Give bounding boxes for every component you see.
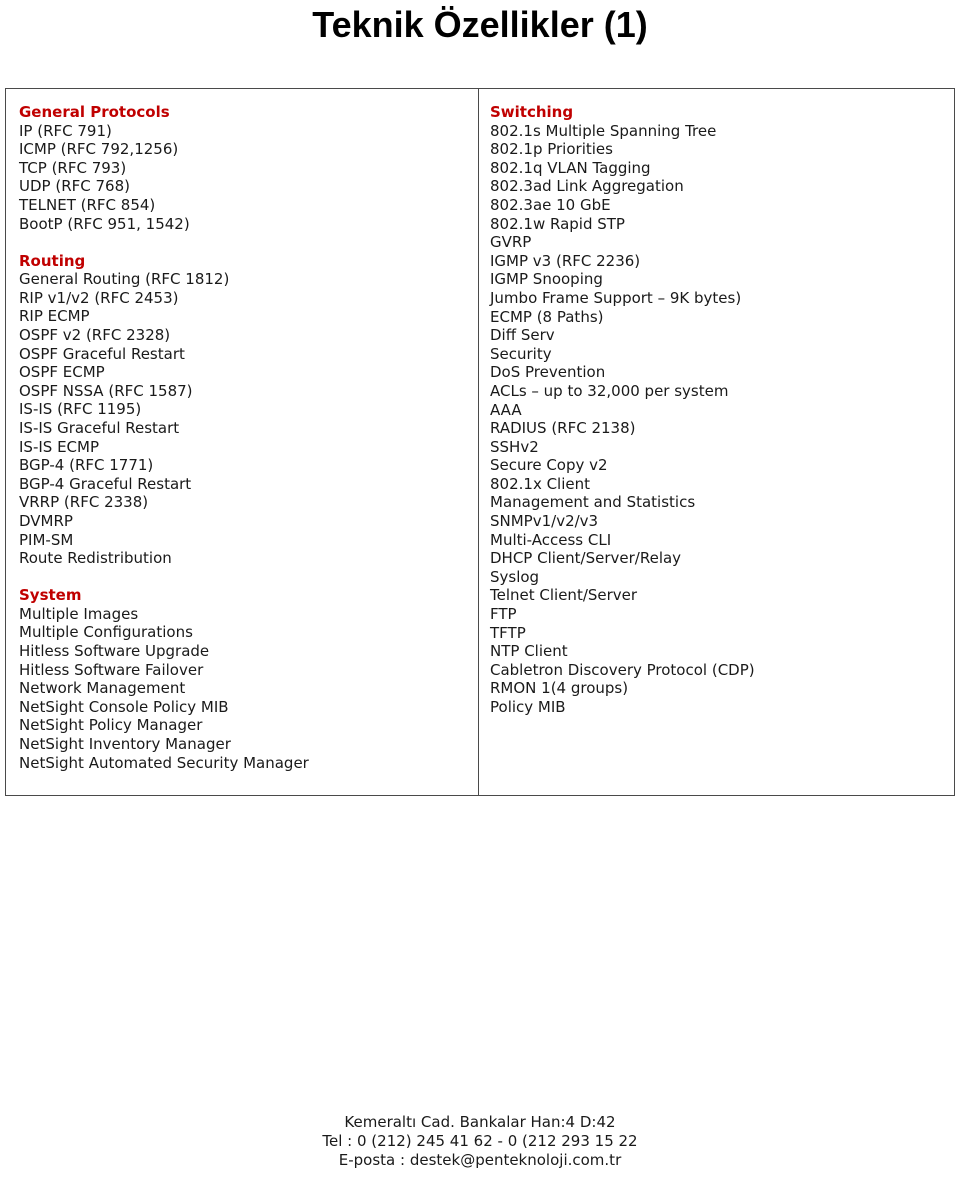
- spec-section-heading: General Protocols: [19, 103, 170, 121]
- spec-item: OSPF ECMP: [19, 363, 105, 382]
- spec-item: 802.1w Rapid STP: [490, 214, 625, 233]
- spec-item: Syslog: [490, 567, 540, 586]
- spec-item: 802.1x Client: [490, 474, 591, 493]
- spec-item: TELNET (RFC 854): [19, 195, 156, 214]
- spec-item: OSPF Graceful Restart: [19, 344, 185, 363]
- spec-item: Hitless Software Upgrade: [19, 642, 210, 661]
- spec-column-right: Switching 802.1s Multiple Spanning Tree 80…: [479, 89, 954, 795]
- spec-item: OSPF NSSA (RFC 1587): [19, 381, 193, 400]
- spec-section-heading: System: [19, 586, 82, 605]
- spec-item: Telnet Client/Server: [490, 586, 638, 605]
- spec-item: NTP Client: [490, 642, 568, 661]
- spec-item: Multiple Images: [19, 604, 139, 623]
- spec-section-heading: Routing: [19, 251, 86, 270]
- spec-item: Management and Statistics: [490, 493, 696, 512]
- spec-item: PIM-SM: [19, 530, 74, 549]
- spec-item: RIP v1/v2 (RFC 2453): [19, 288, 179, 307]
- spec-item: ICMP (RFC 792,1256): [19, 140, 179, 159]
- spec-item: Security: [490, 344, 552, 363]
- spec-item: IGMP Snooping: [490, 270, 603, 289]
- spec-item: 802.1q VLAN Tagging: [490, 158, 651, 177]
- spec-item: Diff Serv: [490, 326, 555, 345]
- spec-item: 802.3ad Link Aggregation: [490, 177, 684, 196]
- spec-item: RMON 1(4 groups): [490, 679, 629, 698]
- footer-line: Tel : 0 (212) 245 41 62 - 0 (212 293 15 …: [322, 1132, 638, 1150]
- spec-item: Cabletron Discovery Protocol (CDP): [490, 660, 755, 679]
- spec-item: IGMP v3 (RFC 2236): [490, 251, 641, 270]
- spec-item: General Routing (RFC 1812): [19, 270, 230, 289]
- spec-item: 802.1p Priorities: [490, 140, 613, 159]
- spec-section-heading: Switching: [490, 103, 574, 121]
- spec-item: Hitless Software Failover: [19, 660, 204, 679]
- spec-column-left: General Protocols IP (RFC 791) ICMP (RFC 7…: [6, 89, 479, 795]
- spec-item: VRRP (RFC 2338): [19, 493, 149, 512]
- spec-item: ECMP (8 Paths): [490, 307, 604, 326]
- spec-item: BGP-4 (RFC 1771): [19, 456, 154, 475]
- spec-section: Switching 802.1s Multiple Spanning Tree 80…: [490, 103, 944, 717]
- footer-contact: Kemeraltı Cad. Bankalar Han:4 D:42 Tel : …: [0, 1113, 960, 1170]
- spec-item: DHCP Client/Server/Relay: [490, 549, 682, 568]
- specifications-table: General Protocols IP (RFC 791) ICMP (RFC 7…: [5, 88, 955, 796]
- spec-item: SNMPv1/v2/v3: [490, 512, 599, 531]
- spec-item: GVRP: [490, 233, 532, 252]
- spec-item: Secure Copy v2: [490, 456, 608, 475]
- footer-line: E-posta : destek@penteknoloji.com.tr: [338, 1151, 622, 1169]
- spec-item: IP (RFC 791): [19, 121, 112, 140]
- spec-item: NetSight Automated Security Manager: [19, 753, 309, 772]
- spec-item: IS-IS (RFC 1195): [19, 400, 142, 419]
- spec-item: UDP (RFC 768): [19, 177, 130, 196]
- spec-item: IS-IS ECMP: [19, 437, 100, 456]
- spec-item: OSPF v2 (RFC 2328): [19, 326, 171, 345]
- spec-item: RIP ECMP: [19, 307, 90, 326]
- spec-item: BGP-4 Graceful Restart: [19, 474, 192, 493]
- spec-item: TFTP: [490, 623, 526, 642]
- spec-item: IS-IS Graceful Restart: [19, 419, 180, 437]
- spec-item: Multiple Configurations: [19, 623, 193, 642]
- footer-line: Kemeraltı Cad. Bankalar Han:4 D:42: [344, 1113, 616, 1131]
- spec-item: Multi-Access CLI: [490, 530, 612, 549]
- spec-item: NetSight Console Policy MIB: [19, 697, 229, 716]
- spec-item: ACLs – up to 32,000 per system: [490, 381, 729, 400]
- spec-item: Policy MIB: [490, 698, 566, 716]
- spec-item: FTP: [490, 605, 517, 624]
- spec-section: Routing General Routing (RFC 1812) RIP v1/…: [19, 252, 468, 568]
- spec-item: BootP (RFC 951, 1542): [19, 214, 190, 233]
- page-title: Teknik Özellikler (1): [312, 4, 648, 45]
- spec-item: RADIUS (RFC 2138): [490, 419, 636, 438]
- spec-item: DVMRP: [19, 511, 73, 530]
- spec-item: 802.3ae 10 GbE: [490, 195, 611, 214]
- spec-item: 802.1s Multiple Spanning Tree: [490, 121, 717, 140]
- spec-item: DoS Prevention: [490, 363, 606, 382]
- spec-item: NetSight Inventory Manager: [19, 735, 231, 753]
- spec-item: NetSight Policy Manager: [19, 716, 203, 735]
- spec-item: Network Management: [19, 679, 186, 698]
- spec-item: TCP (RFC 793): [19, 158, 127, 177]
- spec-section: System Multiple Images Multiple Configurat…: [19, 586, 468, 772]
- spec-item: SSHv2: [490, 437, 539, 456]
- spec-item: AAA: [490, 400, 522, 419]
- spec-item: Jumbo Frame Support – 9K bytes): [490, 288, 742, 307]
- spec-section: General Protocols IP (RFC 791) ICMP (RFC 7…: [19, 103, 468, 233]
- spec-item: Route Redistribution: [19, 549, 172, 568]
